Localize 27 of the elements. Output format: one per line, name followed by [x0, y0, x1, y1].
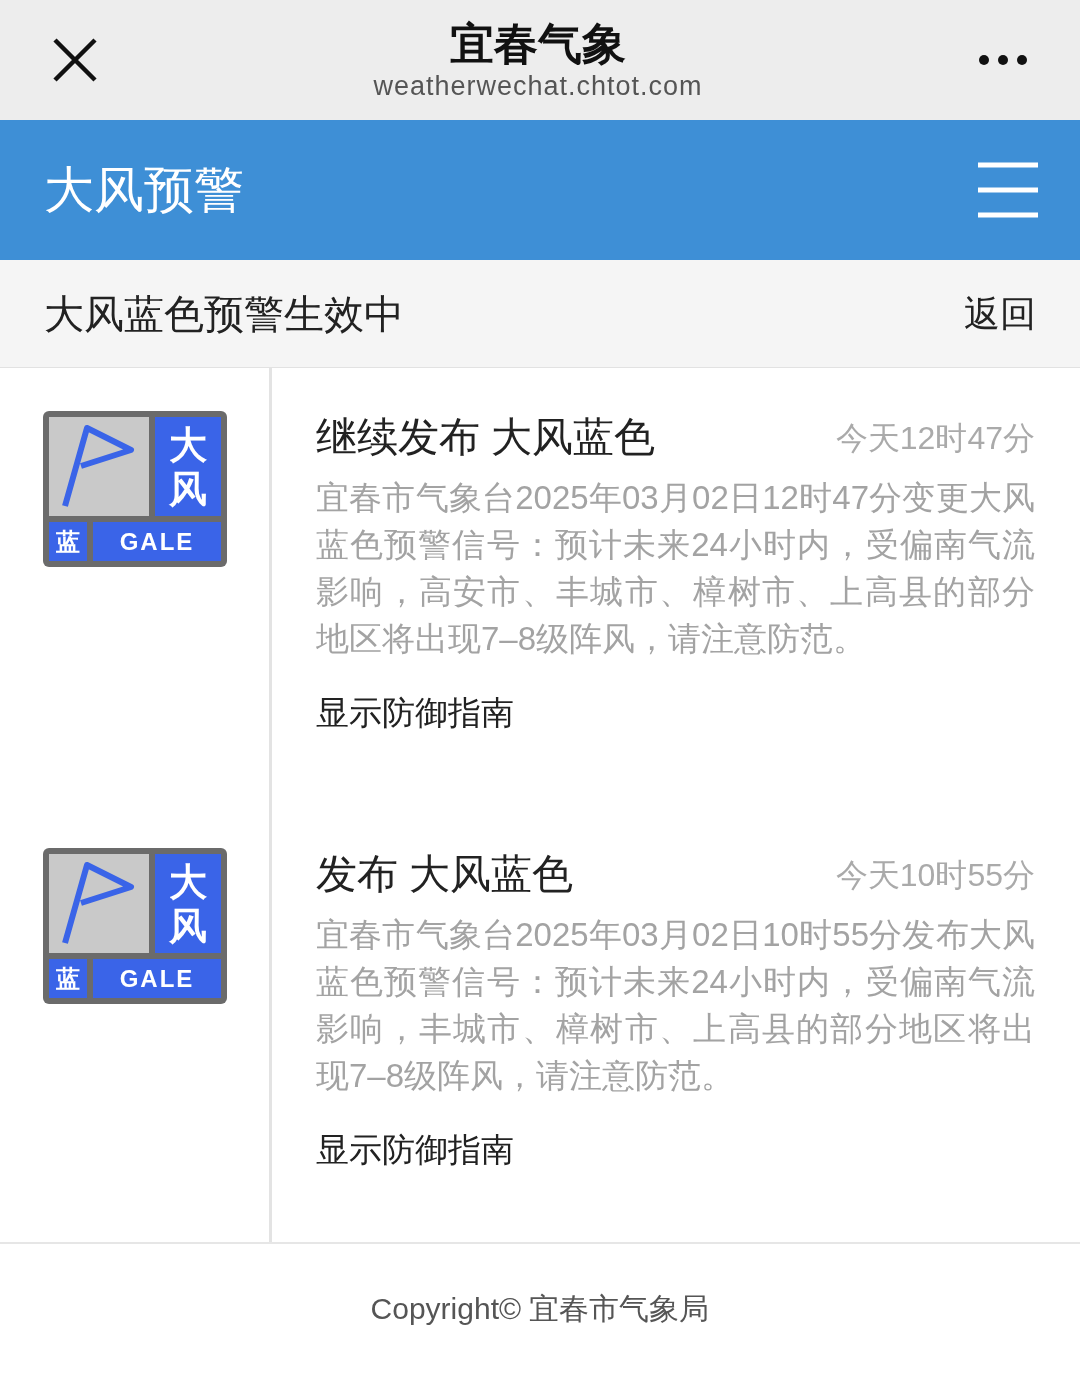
more-icon[interactable]: [978, 54, 1028, 66]
close-icon[interactable]: [52, 37, 98, 83]
warning-description: 宜春市气象台2025年03月02日10时55分发布大风蓝色预警信号：预计未来24小时内，受偏南气流影响，丰城市、樟树市、上高县的部分地区将出现7–8级阵风，请注意防范。: [316, 915, 1035, 1096]
badge-character: 风: [169, 466, 207, 511]
badge-label: GALE: [119, 963, 195, 994]
flag-icon: [61, 860, 137, 947]
back-link[interactable]: 返回: [964, 286, 1036, 341]
warning-time: 今天12时47分: [835, 419, 1035, 458]
site-domain: weatherwechat.chtot.com: [373, 70, 703, 102]
copyright-text: Copyright© 宜春市气象局: [370, 1290, 710, 1327]
menu-icon[interactable]: [978, 162, 1038, 218]
warning-description: 宜春市气象台2025年03月02日12时47分变更大风蓝色预警信号：预计未来24小时内，受偏南气流影响，高安市、丰城市、樟树市、上高县的部分地区将出现7–8级阵风，请注意防范。: [316, 478, 1035, 659]
badge-level: 蓝: [56, 526, 80, 557]
status-text: 大风蓝色预警生效中: [44, 290, 404, 338]
warning-title: 继续发布 大风蓝色: [316, 413, 656, 463]
badge-label: GALE: [119, 526, 195, 557]
badge-character: 风: [169, 903, 207, 948]
header-title: 大风预警: [44, 160, 244, 220]
guide-link[interactable]: 显示防御指南: [316, 1125, 514, 1175]
badge-character: 大: [169, 859, 207, 904]
warning-time: 今天10时55分: [835, 856, 1035, 895]
badge-character: 大: [169, 422, 207, 467]
badge-level: 蓝: [56, 963, 80, 994]
page-title: 宜春气象: [450, 18, 626, 70]
warning-title: 发布 大风蓝色: [316, 850, 574, 900]
flag-icon: [61, 423, 137, 510]
guide-link[interactable]: 显示防御指南: [316, 688, 514, 738]
